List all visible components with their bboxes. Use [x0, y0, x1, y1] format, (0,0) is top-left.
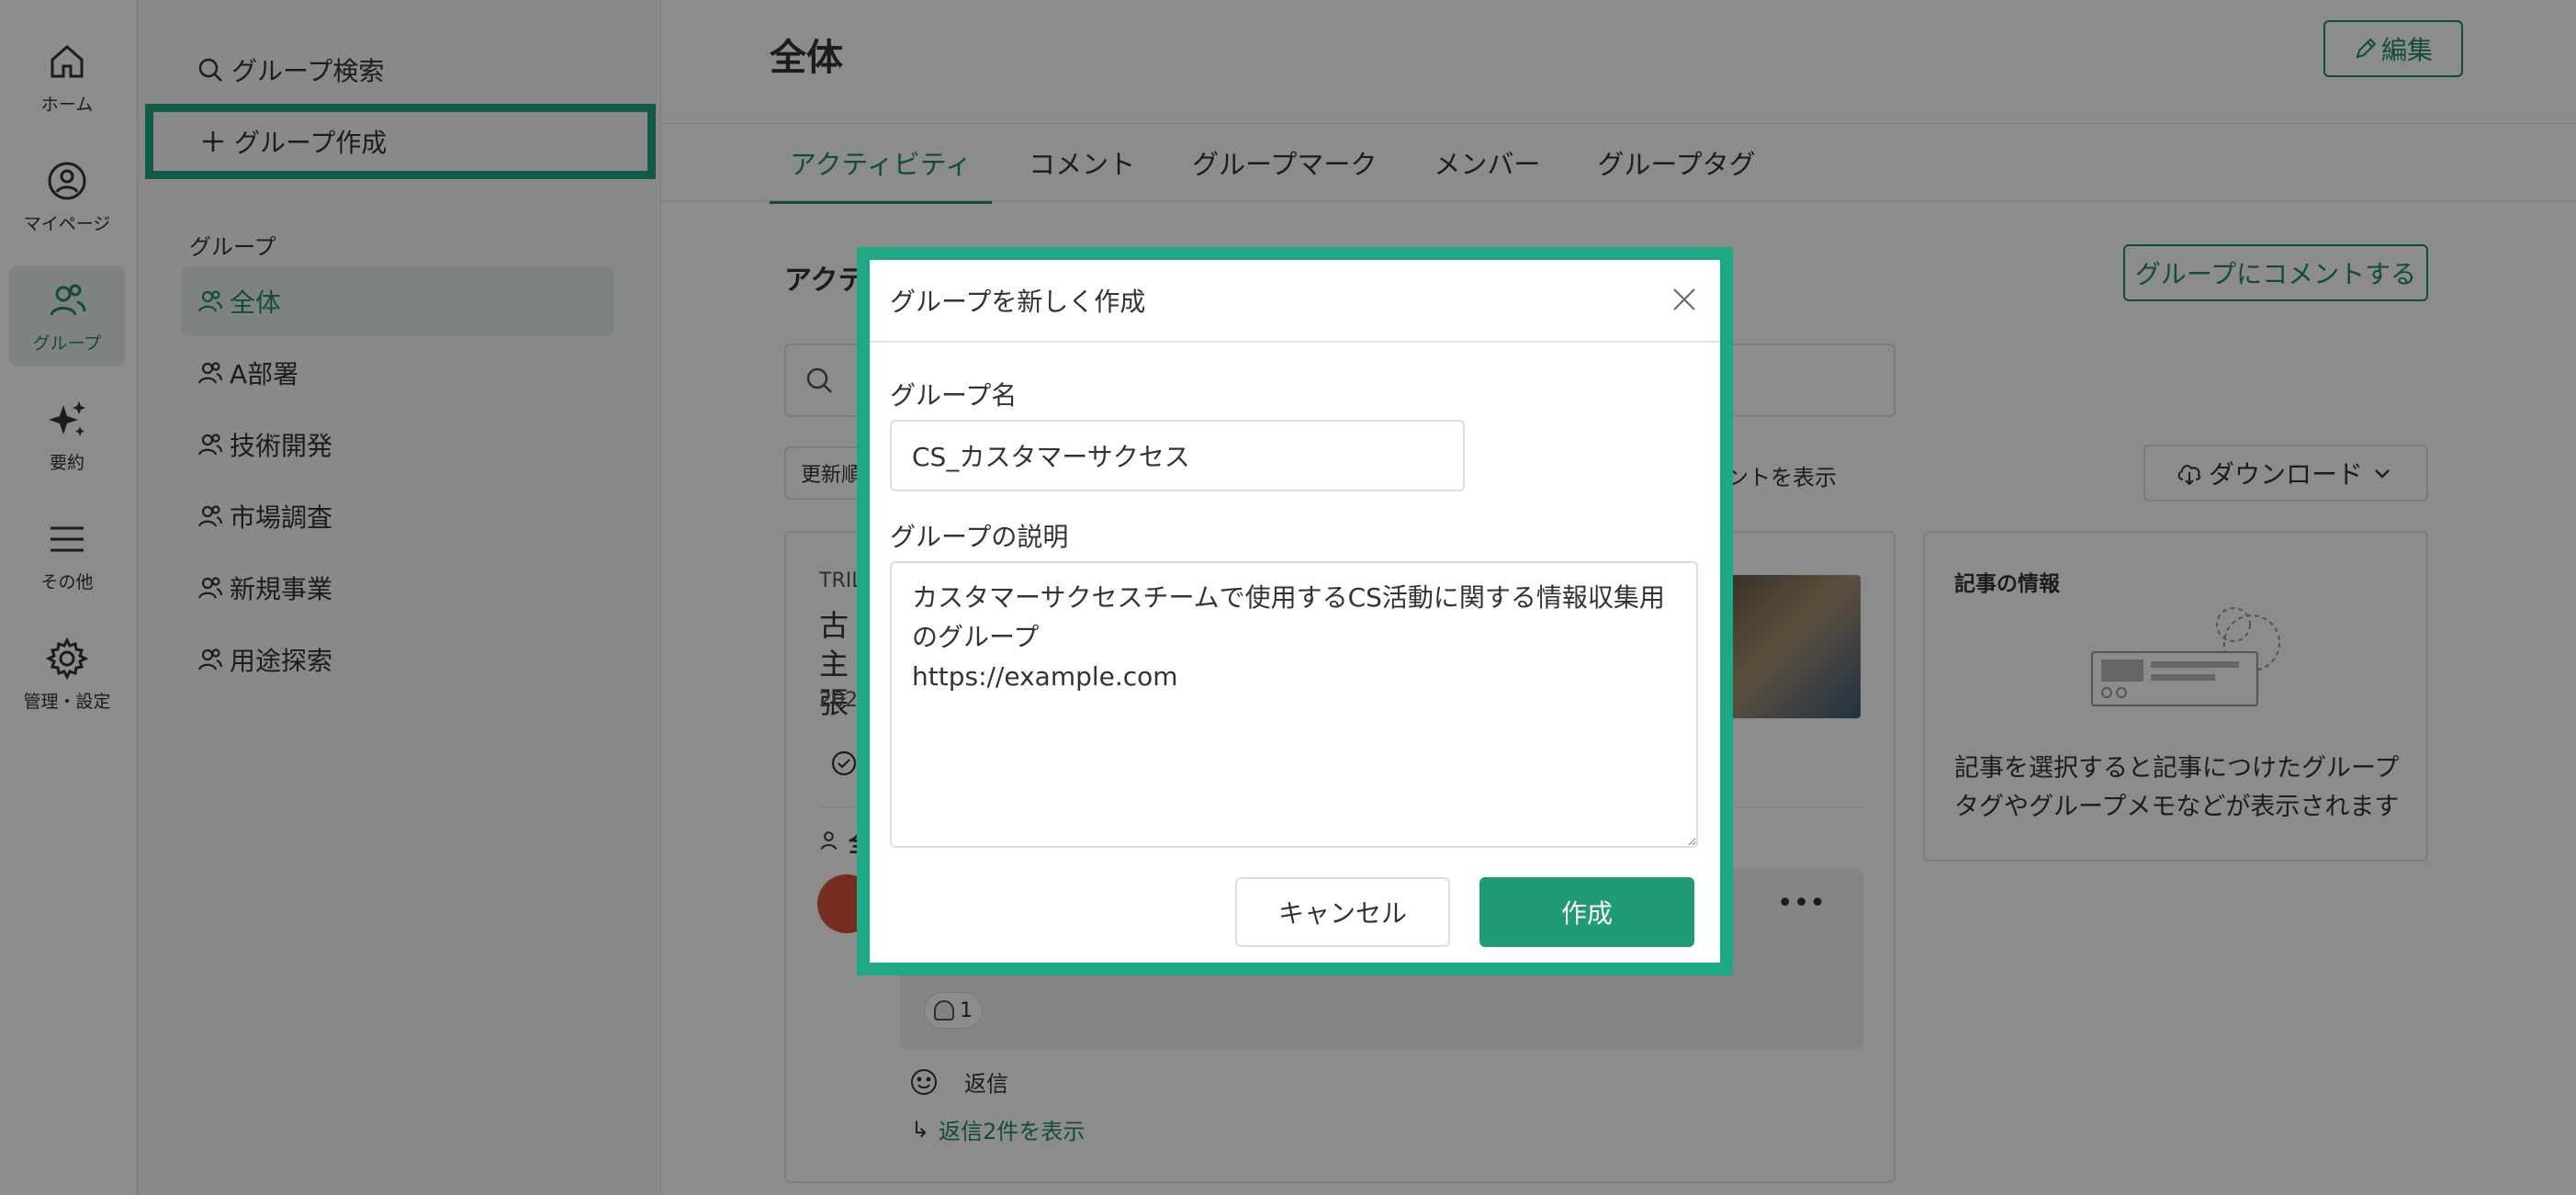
group-description-input[interactable]: カスタマーサクセスチームで使用するCS活動に関する情報収集用のグループ http… [890, 561, 1698, 848]
close-icon[interactable] [1669, 284, 1700, 315]
group-name-label: グループ名 [890, 380, 1018, 411]
dialog-header: グループを新しく作成 [870, 260, 1720, 343]
group-name-input[interactable] [890, 420, 1465, 491]
dialog-title: グループを新しく作成 [890, 287, 1146, 317]
create-group-dialog: グループを新しく作成 グループ名 グループの説明 カスタマーサクセスチームで使用… [857, 247, 1733, 975]
create-button[interactable]: 作成 [1479, 877, 1694, 947]
cancel-button[interactable]: キャンセル [1235, 877, 1450, 947]
group-description-label: グループの説明 [890, 522, 1069, 552]
